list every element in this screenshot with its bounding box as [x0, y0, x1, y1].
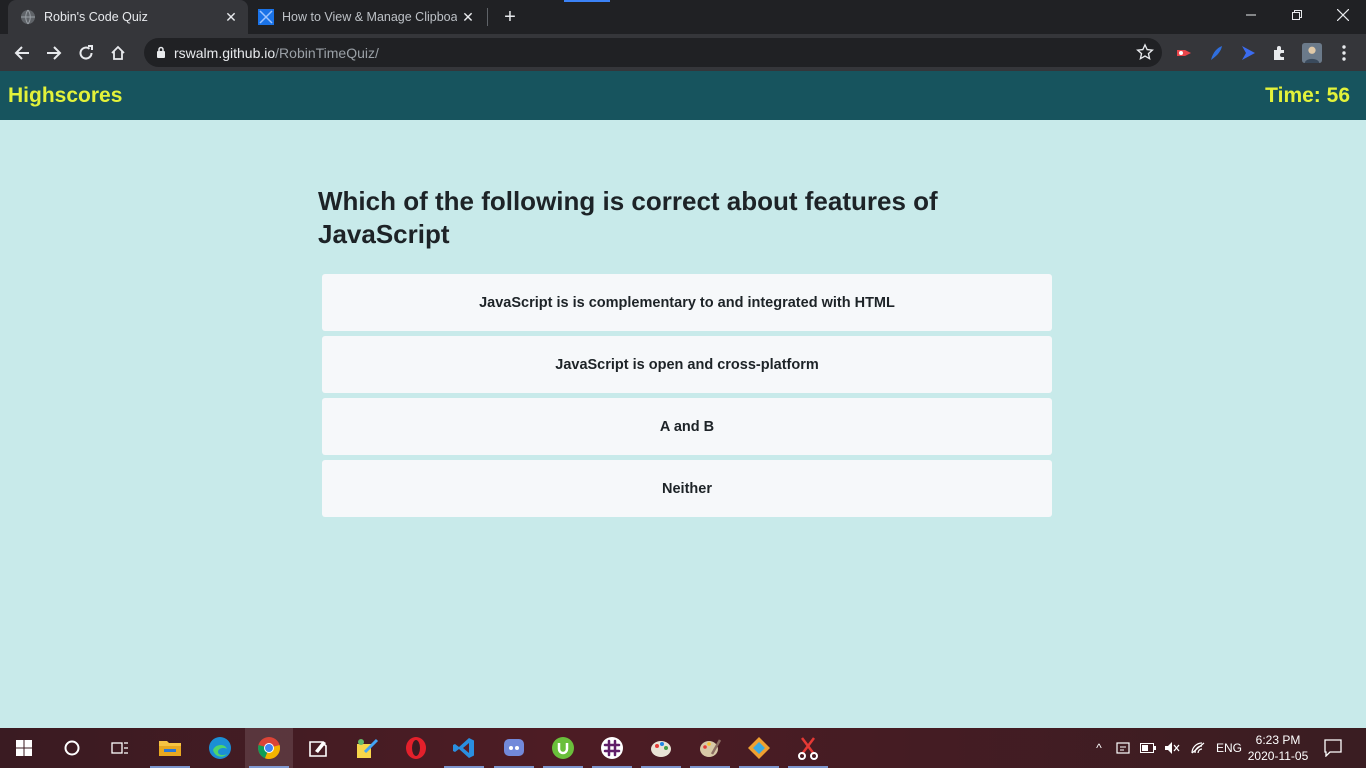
taskbar-file-explorer[interactable]: [146, 728, 194, 768]
bookmark-star-icon[interactable]: [1136, 43, 1154, 61]
wifi-icon[interactable]: [1190, 741, 1206, 755]
notification-icon: [1324, 739, 1342, 757]
minimize-icon: [1246, 14, 1256, 16]
answer-choice-3[interactable]: A and B: [322, 398, 1052, 455]
highscores-link[interactable]: Highscores: [8, 84, 122, 108]
task-view-icon: [111, 742, 128, 754]
system-tray: ^ ENG: [1092, 728, 1242, 768]
taskbar-edge[interactable]: [196, 728, 244, 768]
url-text: rswalm.github.io/RobinTimeQuiz/: [174, 45, 379, 61]
quiz-page: Highscores Time: 56 Which of the followi…: [0, 71, 1366, 728]
home-button[interactable]: [104, 39, 132, 67]
taskbar-discord[interactable]: [490, 728, 538, 768]
tab-title: Robin's Code Quiz: [44, 10, 148, 24]
lock-icon: [157, 46, 165, 58]
taskbar-slack[interactable]: [588, 728, 636, 768]
action-center-button[interactable]: [1310, 728, 1356, 768]
tab-title: How to View & Manage Clipboar: [282, 10, 457, 24]
taskbar-paint-tool[interactable]: [686, 728, 734, 768]
home-icon: [111, 45, 125, 60]
arrow-left-icon: [14, 46, 29, 60]
url-path: /RobinTimeQuiz/: [275, 45, 379, 61]
restore-icon: [1292, 10, 1302, 20]
question-text: Which of the following is correct about …: [318, 186, 938, 249]
taskbar-gitkraken[interactable]: [735, 728, 783, 768]
clock-time: 6:23 PM: [1255, 733, 1301, 747]
taskbar-clock[interactable]: 6:23 PM 2020-11-05: [1240, 732, 1316, 764]
pen-workspace-icon[interactable]: [1116, 741, 1132, 755]
diamond-app-icon: [748, 737, 770, 759]
windows-logo-icon: [16, 740, 32, 756]
opera-icon: [406, 737, 426, 759]
answer-choices: JavaScript is is complementary to and in…: [322, 274, 1052, 522]
restore-button[interactable]: [1274, 0, 1320, 30]
chrome-icon: [258, 737, 281, 759]
tab-how-to-view-clipboard[interactable]: How to View & Manage Clipboar ✕: [250, 0, 488, 34]
page-header: Highscores Time: 56: [0, 71, 1366, 120]
arrow-right-icon: [47, 46, 62, 60]
taskbar-opera[interactable]: [392, 728, 440, 768]
answer-choice-1[interactable]: JavaScript is is complementary to and in…: [322, 274, 1052, 331]
extension-feather-icon[interactable]: [1206, 43, 1226, 63]
battery-icon[interactable]: [1140, 743, 1156, 753]
scissors-icon: [798, 737, 818, 760]
windows-site-icon: [258, 9, 274, 25]
paint-palette-icon: [651, 741, 671, 757]
profile-avatar[interactable]: [1302, 43, 1322, 63]
taskbar-vscode[interactable]: [440, 728, 488, 768]
tab-robins-code-quiz[interactable]: Robin's Code Quiz ✕: [8, 0, 248, 34]
minimize-button[interactable]: [1228, 0, 1274, 30]
reload-button[interactable]: [72, 39, 100, 67]
paint-icon: [357, 738, 379, 758]
slack-icon: [601, 737, 623, 759]
palette-brush-icon: [700, 739, 722, 757]
answer-choice-4[interactable]: Neither: [322, 460, 1052, 517]
close-tab-icon[interactable]: ✕: [457, 6, 479, 28]
extension-play-icon[interactable]: [1238, 43, 1258, 63]
back-button[interactable]: [8, 39, 36, 67]
close-icon: [1337, 9, 1349, 21]
notes-icon: [309, 741, 327, 757]
taskbar-utorrent[interactable]: [539, 728, 587, 768]
new-tab-button[interactable]: +: [498, 5, 522, 29]
search-button[interactable]: [48, 728, 96, 768]
media-indicator: [564, 0, 610, 2]
taskbar-paint-3d[interactable]: [637, 728, 685, 768]
url-host: rswalm.github.io: [174, 45, 276, 61]
reload-icon: [79, 45, 93, 60]
chevron-up-icon[interactable]: ^: [1092, 741, 1106, 755]
extensions-puzzle-icon[interactable]: [1270, 43, 1290, 63]
answer-choice-2[interactable]: JavaScript is open and cross-platform: [322, 336, 1052, 393]
tab-separator: [487, 8, 488, 26]
taskbar-paint-app[interactable]: [343, 728, 391, 768]
address-bar[interactable]: rswalm.github.io/RobinTimeQuiz/: [144, 38, 1162, 67]
start-button[interactable]: [0, 728, 48, 768]
discord-icon: [504, 739, 524, 756]
timer: Time: 56: [1265, 84, 1350, 107]
clock-date: 2020-11-05: [1247, 749, 1309, 763]
globe-icon: [21, 9, 35, 25]
folder-icon: [159, 741, 181, 756]
forward-button[interactable]: [40, 39, 68, 67]
close-window-button[interactable]: [1320, 0, 1366, 30]
taskbar-chrome[interactable]: [245, 728, 293, 768]
language-indicator[interactable]: ENG: [1216, 741, 1242, 755]
utorrent-icon: [552, 737, 574, 759]
vscode-icon: [453, 738, 474, 758]
close-tab-icon[interactable]: ✕: [220, 6, 242, 28]
windows-taskbar: ^ ENG 6:23 PM 2020-11-05: [0, 728, 1366, 768]
task-view-button[interactable]: [96, 728, 144, 768]
menu-kebab-icon[interactable]: [1334, 43, 1354, 63]
browser-toolbar: rswalm.github.io/RobinTimeQuiz/: [0, 34, 1366, 71]
edge-icon: [209, 737, 231, 759]
taskbar-snipping-tool[interactable]: [784, 728, 832, 768]
cortana-circle-icon: [64, 740, 80, 756]
speaker-muted-icon[interactable]: [1164, 741, 1180, 755]
taskbar-sticky-notes[interactable]: [294, 728, 342, 768]
browser-tab-strip: Robin's Code Quiz ✕ How to View & Manage…: [0, 0, 1366, 34]
extension-red-icon[interactable]: [1174, 43, 1194, 63]
